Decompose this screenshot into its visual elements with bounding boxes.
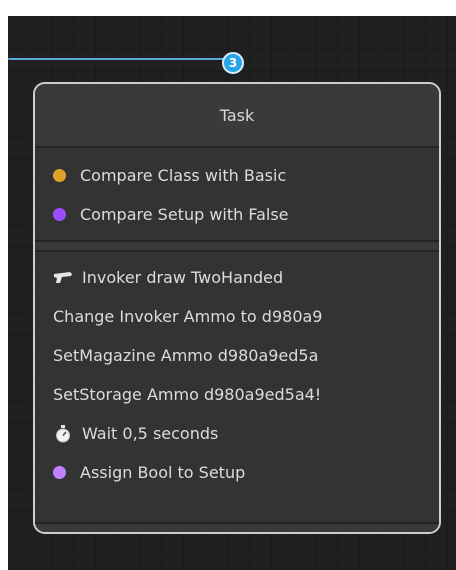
- action-label: SetMagazine Ammo d980a9ed5a: [53, 346, 319, 365]
- gun-icon: [53, 270, 73, 286]
- actions-section: Invoker draw TwoHanded Change Invoker Am…: [35, 252, 439, 522]
- conditions-section: Compare Class with Basic Compare Setup w…: [35, 148, 439, 242]
- node-footer: [35, 522, 439, 532]
- task-node[interactable]: Task Compare Class with Basic Compare Se…: [33, 82, 441, 534]
- connection-line[interactable]: [8, 58, 234, 60]
- action-dot-icon: [53, 466, 66, 479]
- action-row[interactable]: Assign Bool to Setup: [35, 453, 439, 492]
- action-label: Change Invoker Ammo to d980a9: [53, 307, 323, 326]
- left-border: [0, 0, 8, 570]
- condition-label: Compare Setup with False: [80, 205, 289, 224]
- stopwatch-icon: [53, 424, 73, 442]
- action-row[interactable]: Invoker draw TwoHanded: [35, 258, 439, 297]
- condition-dot-icon: [53, 208, 66, 221]
- node-header[interactable]: Task: [35, 84, 439, 148]
- condition-row[interactable]: Compare Class with Basic: [35, 156, 439, 195]
- action-row[interactable]: Change Invoker Ammo to d980a9: [35, 297, 439, 336]
- action-label: Assign Bool to Setup: [80, 463, 246, 482]
- node-title: Task: [219, 105, 255, 125]
- connection-port-badge[interactable]: 3: [222, 52, 244, 74]
- action-row[interactable]: SetStorage Ammo d980a9ed5a4!: [35, 375, 439, 414]
- condition-dot-icon: [53, 169, 66, 182]
- action-label: SetStorage Ammo d980a9ed5a4!: [53, 385, 322, 404]
- section-divider: [35, 242, 439, 252]
- action-row[interactable]: SetMagazine Ammo d980a9ed5a: [35, 336, 439, 375]
- action-label: Invoker draw TwoHanded: [82, 268, 284, 287]
- condition-label: Compare Class with Basic: [80, 166, 287, 185]
- condition-row[interactable]: Compare Setup with False: [35, 195, 439, 234]
- action-row[interactable]: Wait 0,5 seconds: [35, 414, 439, 453]
- top-border: [0, 0, 456, 16]
- action-label: Wait 0,5 seconds: [82, 424, 219, 443]
